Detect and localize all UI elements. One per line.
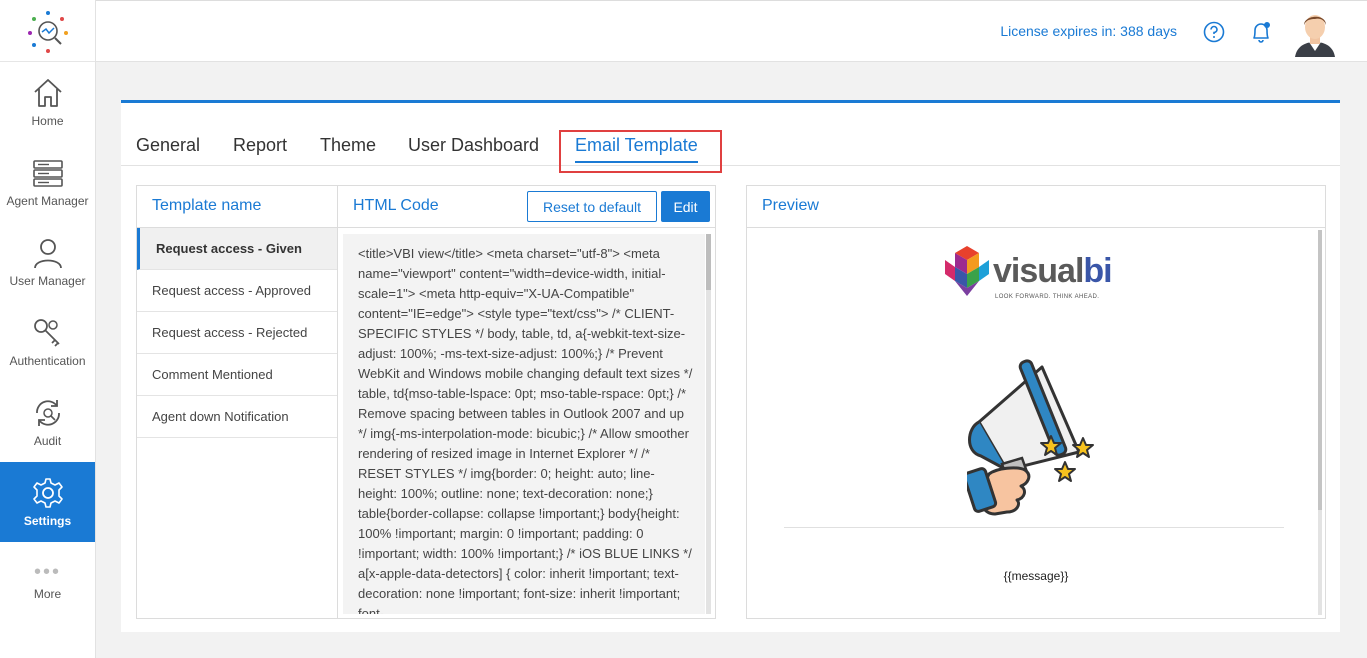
brand-wordmark: visualbi <box>993 252 1113 291</box>
template-item-request-access-given[interactable]: Request access - Given <box>137 228 337 270</box>
sidebar-item-label: User Manager <box>9 274 86 288</box>
sidebar-item-label: Agent Manager <box>6 194 89 208</box>
code-scrollbar-thumb[interactable] <box>706 234 711 290</box>
template-list-title: Template name <box>152 197 262 214</box>
html-code-editor: HTML Code Reset to default Edit <title>V… <box>337 185 716 619</box>
license-status: License expires in: 388 days <box>1000 23 1177 39</box>
sidebar-item-label: More <box>33 587 62 601</box>
brand-wordmark-left: visual <box>993 252 1084 290</box>
html-code-header: HTML Code Reset to default Edit <box>338 186 715 228</box>
sidebar: Home Agent Manager User Manager Authenti… <box>0 0 96 658</box>
audit-icon <box>35 400 60 426</box>
sidebar-item-more[interactable]: ••• More <box>0 542 95 622</box>
code-scrollbar[interactable] <box>706 234 711 614</box>
tab-report[interactable]: Report <box>233 135 287 156</box>
template-item-request-access-rejected[interactable]: Request access - Rejected <box>137 312 337 354</box>
preview-scrollbar-thumb[interactable] <box>1318 230 1322 510</box>
home-icon <box>33 79 62 107</box>
template-item-agent-down-notification[interactable]: Agent down Notification <box>137 396 337 438</box>
html-code-title: HTML Code <box>353 197 439 214</box>
keys-icon <box>33 319 60 347</box>
brand-wordmark-right: bi <box>1083 252 1112 290</box>
sidebar-item-authentication[interactable]: Authentication <box>0 302 95 382</box>
sidebar-item-settings[interactable]: Settings <box>0 462 95 542</box>
megaphone-illustration-icon <box>967 359 1094 516</box>
settings-panel: General Report Theme User Dashboard Emai… <box>121 100 1340 632</box>
tab-general[interactable]: General <box>136 135 200 156</box>
more-icon: ••• <box>33 561 61 583</box>
sidebar-item-agent-manager[interactable]: Agent Manager <box>0 142 95 222</box>
template-list: Template name Request access - Given Req… <box>136 185 338 619</box>
sidebar-item-home[interactable]: Home <box>0 62 95 142</box>
edit-button[interactable]: Edit <box>661 191 710 222</box>
user-icon <box>33 239 62 269</box>
email-preview: Preview visualbi LOOK FORWARD. THINK AHE… <box>746 185 1326 619</box>
sidebar-item-user-manager[interactable]: User Manager <box>0 222 95 302</box>
top-header: License expires in: 388 days <box>96 0 1367 62</box>
tab-email-template[interactable]: Email Template <box>575 135 698 163</box>
template-list-header: Template name <box>137 186 337 228</box>
app-logo[interactable] <box>0 0 95 62</box>
preview-header: Preview <box>747 186 1325 228</box>
preview-scrollbar[interactable] <box>1318 230 1322 615</box>
preview-divider <box>784 527 1284 528</box>
sidebar-item-audit[interactable]: Audit <box>0 382 95 462</box>
sidebar-item-label: Settings <box>23 514 72 528</box>
sidebar-item-label: Authentication <box>9 354 86 368</box>
notification-bell-icon[interactable] <box>1250 20 1272 44</box>
tab-theme[interactable]: Theme <box>320 135 376 156</box>
sidebar-item-label: Audit <box>33 434 62 448</box>
preview-title: Preview <box>762 197 819 214</box>
sidebar-item-label: Home <box>31 114 64 128</box>
agent-manager-icon <box>32 160 63 187</box>
user-avatar[interactable] <box>1291 9 1339 57</box>
template-item-comment-mentioned[interactable]: Comment Mentioned <box>137 354 337 396</box>
brand-logo: visualbi LOOK FORWARD. THINK AHEAD. <box>943 244 1113 305</box>
reset-to-default-button[interactable]: Reset to default <box>527 191 657 222</box>
html-code-content[interactable]: <title>VBI view</title> <meta charset="u… <box>343 234 705 614</box>
settings-tabs: General Report Theme User Dashboard Emai… <box>121 130 1340 173</box>
help-icon[interactable] <box>1203 21 1225 43</box>
tab-user-dashboard[interactable]: User Dashboard <box>408 135 539 156</box>
brand-cube-icon <box>945 246 989 296</box>
brand-tagline: LOOK FORWARD. THINK AHEAD. <box>995 294 1100 300</box>
gear-icon <box>32 478 63 508</box>
template-item-request-access-approved[interactable]: Request access - Approved <box>137 270 337 312</box>
preview-message-placeholder: {{message}} <box>1003 569 1069 583</box>
logo-icon <box>27 10 68 53</box>
